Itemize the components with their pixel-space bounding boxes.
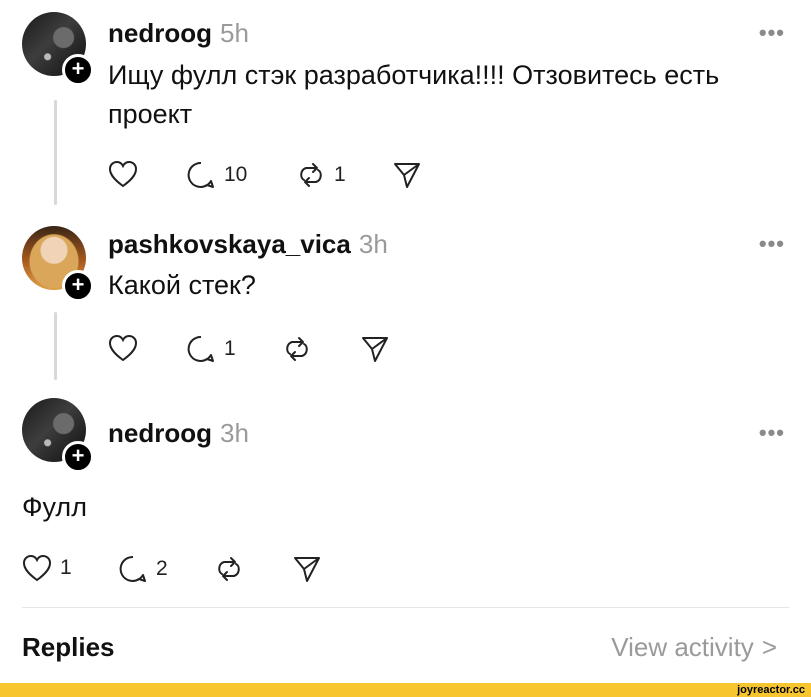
send-icon	[362, 337, 388, 362]
post-username[interactable]: nedroog 5h	[108, 18, 249, 49]
post-3: + nedroog 3h ••• Фулл 1 2	[0, 392, 811, 602]
like-button[interactable]	[108, 334, 146, 362]
divider	[22, 607, 789, 608]
post-2: + pashkovskaya_vica 3h ••• Какой стек? 1	[0, 210, 811, 385]
follow-plus-icon[interactable]: +	[62, 270, 94, 302]
send-icon	[294, 557, 320, 582]
repost-button[interactable]	[282, 334, 320, 364]
post-time: 5h	[220, 18, 249, 48]
reply-button[interactable]: 10	[186, 160, 247, 190]
repost-button[interactable]: 1	[296, 160, 346, 190]
heart-icon	[108, 334, 138, 362]
username-text[interactable]: nedroog	[108, 418, 212, 448]
watermark-text: joyreactor.cc	[737, 684, 805, 696]
view-activity-link[interactable]: View activity >	[611, 632, 777, 663]
like-count: 1	[60, 556, 72, 579]
post-time: 3h	[220, 418, 249, 448]
repost-button[interactable]	[214, 554, 252, 584]
follow-plus-icon[interactable]: +	[62, 441, 94, 473]
watermark-bar: joyreactor.cc	[0, 683, 811, 697]
post-1: + nedroog 5h ••• Ищу фулл стэк разработчи…	[0, 0, 811, 205]
comment-icon	[187, 161, 214, 188]
thread-line	[54, 312, 57, 380]
username-text[interactable]: nedroog	[108, 18, 212, 48]
like-button[interactable]: 1	[22, 554, 72, 582]
more-dots-icon[interactable]: •••	[759, 20, 785, 46]
view-activity-label[interactable]: View activity	[611, 632, 754, 663]
more-dots-icon[interactable]: •••	[759, 420, 785, 446]
reply-count: 1	[224, 337, 236, 360]
thread-line	[54, 100, 57, 205]
share-button[interactable]	[360, 334, 390, 364]
share-button[interactable]	[292, 554, 322, 584]
post-text: Фулл	[22, 492, 87, 522]
repost-icon	[218, 557, 240, 581]
repost-icon	[286, 337, 308, 361]
replies-title: Replies	[22, 632, 115, 662]
chevron-right-icon: >	[761, 632, 777, 662]
username-text[interactable]: pashkovskaya_vica	[108, 229, 351, 259]
heart-icon	[108, 160, 138, 188]
like-button[interactable]	[108, 160, 146, 188]
send-icon	[394, 163, 420, 188]
comment-icon	[187, 335, 214, 362]
post-time: 3h	[358, 229, 388, 259]
heart-icon	[22, 554, 52, 582]
post-text: Ищу фулл стэк разработчика!!!! Отзовитес…	[108, 60, 720, 129]
reply-button[interactable]: 2	[118, 554, 168, 584]
post-username[interactable]: pashkovskaya_vica 3h	[108, 229, 388, 260]
share-button[interactable]	[392, 160, 422, 190]
comment-icon	[119, 555, 146, 582]
more-dots-icon[interactable]: •••	[759, 231, 785, 257]
reply-count: 2	[156, 557, 168, 580]
follow-plus-icon[interactable]: +	[62, 54, 94, 86]
post-username[interactable]: nedroog 3h	[108, 418, 249, 449]
repost-count: 1	[334, 163, 346, 186]
repost-icon	[300, 163, 322, 187]
post-text: Какой стек?	[108, 270, 256, 300]
reply-count: 10	[224, 163, 248, 186]
reply-button[interactable]: 1	[186, 334, 236, 364]
